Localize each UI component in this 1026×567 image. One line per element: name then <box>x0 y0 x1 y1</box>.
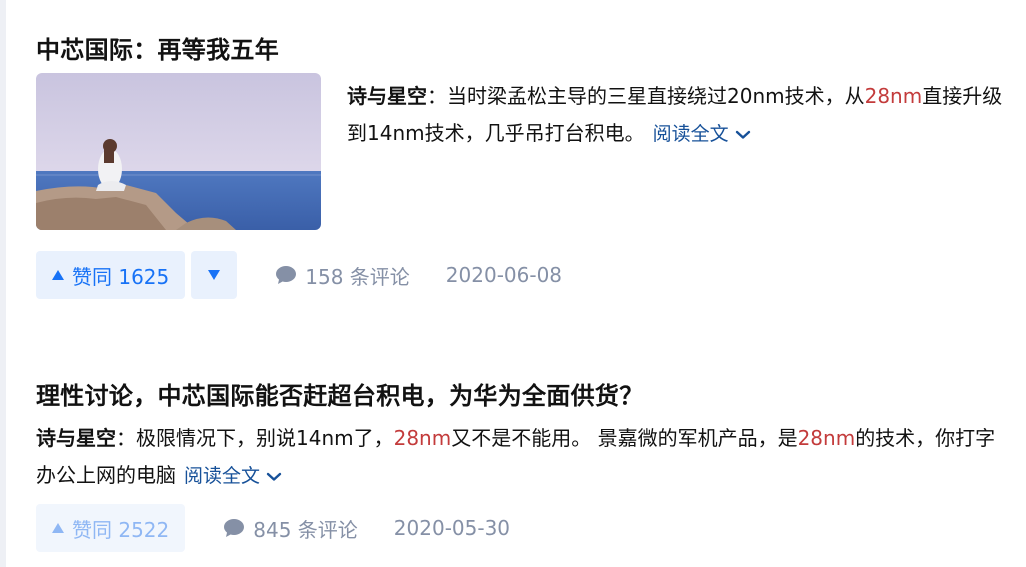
post-date: 2020-06-08 <box>445 263 563 287</box>
upvote-button[interactable]: 赞同 1625 <box>36 251 186 299</box>
upvote-label: 赞同 1625 <box>72 264 170 289</box>
excerpt-text: 极限情况下，别说14nm了， <box>136 426 394 450</box>
comment-button[interactable]: 158 条评论 <box>275 261 410 290</box>
post-date: 2020-05-30 <box>393 516 511 540</box>
answer-excerpt[interactable]: 诗与星空：极限情况下，别说14nm了，28nm又不是不能用。 景嘉微的军机产品，… <box>36 420 1006 495</box>
author-separator: ： <box>116 426 136 450</box>
highlight-keyword: 28nm <box>393 426 452 450</box>
author-name[interactable]: 诗与星空 <box>36 426 116 450</box>
read-more-link[interactable]: 阅读全文 <box>184 465 282 487</box>
left-edge-strip <box>0 0 6 567</box>
triangle-up-icon <box>52 270 64 280</box>
comment-bubble-icon <box>224 519 245 537</box>
excerpt-text: 当时梁孟松主导的三星直接绕过20nm技术，从 <box>447 84 865 108</box>
action-bar: 赞同 2522 845 条评论 2020-05-30 <box>36 504 510 552</box>
comment-count: 158 条评论 <box>305 264 410 289</box>
comment-bubble-icon <box>276 266 297 284</box>
highlight-keyword: 28nm <box>797 426 856 450</box>
comment-button[interactable]: 845 条评论 <box>223 514 358 543</box>
upvote-label: 赞同 2522 <box>72 517 170 542</box>
triangle-down-icon <box>208 270 221 280</box>
thumbnail-image[interactable] <box>36 73 321 230</box>
chevron-down-icon <box>735 130 750 139</box>
question-title[interactable]: 中芯国际：再等我五年 <box>36 30 279 65</box>
read-more-label: 阅读全文 <box>652 123 729 145</box>
chevron-down-icon <box>266 472 282 481</box>
author-name[interactable]: 诗与星空 <box>347 84 427 108</box>
answer-excerpt[interactable]: 诗与星空：当时梁孟松主导的三星直接绕过20nm技术，从28nm直接升级到14nm… <box>347 78 1015 153</box>
comment-count: 845 条评论 <box>253 517 358 542</box>
read-more-link[interactable]: 阅读全文 <box>653 123 751 145</box>
downvote-button[interactable] <box>191 251 238 299</box>
upvote-button[interactable]: 赞同 2522 <box>36 504 186 552</box>
triangle-up-icon <box>52 523 64 533</box>
author-separator: ： <box>427 84 447 108</box>
question-title[interactable]: 理性讨论，中芯国际能否赶超台积电，为华为全面供货？ <box>36 376 644 411</box>
action-bar: 赞同 1625 158 条评论 2020-06-08 <box>36 251 562 299</box>
excerpt-text: 又不是不能用。 景嘉微的军机产品，是 <box>451 426 798 450</box>
highlight-keyword: 28nm <box>864 84 923 108</box>
read-more-label: 阅读全文 <box>184 465 261 487</box>
